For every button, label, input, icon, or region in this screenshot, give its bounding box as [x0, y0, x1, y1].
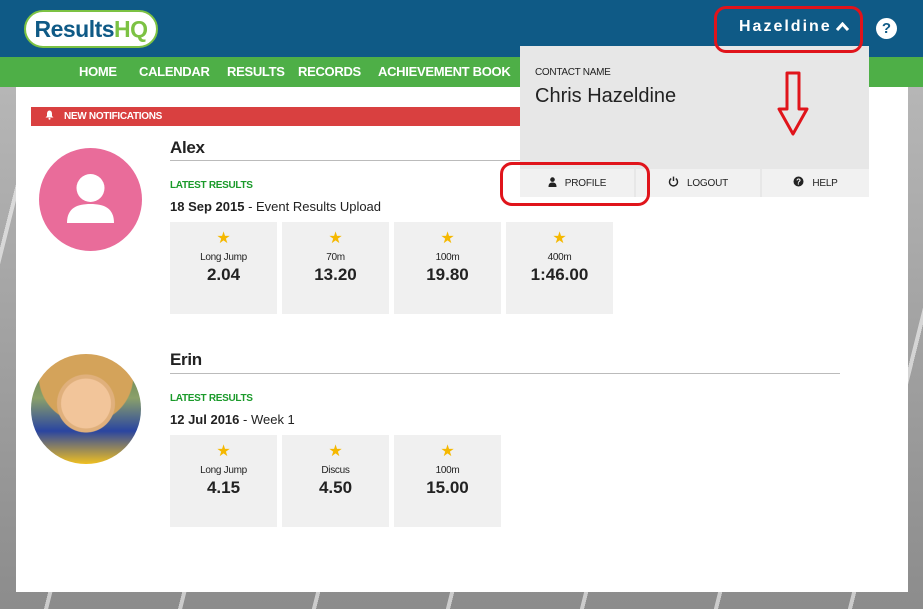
user-menu-toggle[interactable]: Hazeldine — [739, 17, 849, 37]
latest-results-meta: 12 Jul 2016 - Week 1 — [170, 412, 295, 427]
result-value: 4.15 — [206, 478, 241, 497]
nav-achievement-book[interactable]: ACHIEVEMENT BOOK — [378, 64, 511, 79]
result-tile[interactable]: ★ 100m 15.00 — [394, 435, 501, 527]
result-event: 400m — [547, 252, 572, 263]
result-tile[interactable]: ★ 100m 19.80 — [394, 222, 501, 314]
chevron-up-icon — [835, 20, 849, 34]
star-icon: ★ — [440, 230, 455, 247]
result-value: 13.20 — [314, 265, 357, 284]
svg-text:?: ? — [796, 178, 801, 187]
nav-home[interactable]: HOME — [79, 64, 117, 79]
result-value: 19.80 — [426, 265, 469, 284]
latest-results-label: LATEST RESULTS — [170, 180, 253, 191]
star-icon: ★ — [216, 230, 231, 247]
user-icon — [548, 176, 557, 190]
result-event: 100m — [435, 252, 460, 263]
star-icon: ★ — [440, 443, 455, 460]
result-event: Discus — [321, 465, 350, 476]
logo-text-hq: HQ — [114, 15, 148, 42]
result-value: 1:46.00 — [530, 265, 589, 284]
user-silhouette-icon — [67, 174, 114, 223]
power-icon — [668, 176, 679, 190]
logout-button[interactable]: LOGOUT — [636, 169, 760, 197]
result-value: 4.50 — [318, 478, 353, 497]
result-tile[interactable]: ★ Long Jump 4.15 — [170, 435, 277, 527]
child-name[interactable]: Erin — [170, 350, 202, 370]
result-event: Long Jump — [200, 465, 247, 476]
latest-results-meta: 18 Sep 2015 - Event Results Upload — [170, 199, 381, 214]
user-menu-label: Hazeldine — [739, 18, 832, 35]
help-label: HELP — [812, 177, 838, 189]
result-event: Long Jump — [200, 252, 247, 263]
child-name[interactable]: Alex — [170, 138, 205, 158]
result-tile[interactable]: ★ 70m 13.20 — [282, 222, 389, 314]
avatar-photo — [31, 354, 141, 464]
nav-calendar[interactable]: CALENDAR — [139, 64, 210, 79]
result-tile[interactable]: ★ Long Jump 2.04 — [170, 222, 277, 314]
nav-records[interactable]: RECORDS — [298, 64, 361, 79]
nav-results[interactable]: RESULTS — [227, 64, 285, 79]
name-divider — [170, 160, 520, 161]
question-circle-icon: ? — [793, 176, 804, 190]
annotation-arrow-down-icon — [777, 71, 809, 137]
results-event: - Event Results Upload — [244, 199, 382, 214]
notifications-label: NEW NOTIFICATIONS — [64, 111, 163, 122]
star-icon: ★ — [216, 443, 231, 460]
resultshq-logo[interactable]: Results HQ — [24, 10, 158, 48]
contact-name: Chris Hazeldine — [535, 85, 677, 107]
result-value: 2.04 — [206, 265, 241, 284]
help-icon[interactable]: ? — [876, 18, 897, 39]
contact-name-label: CONTACT NAME — [535, 67, 611, 78]
star-icon: ★ — [552, 230, 567, 247]
avatar-default — [39, 148, 142, 251]
latest-results-label: LATEST RESULTS — [170, 393, 253, 404]
notifications-bar[interactable]: NEW NOTIFICATIONS — [31, 107, 572, 126]
results-event: - Week 1 — [239, 412, 295, 427]
result-tile[interactable]: ★ Discus 4.50 — [282, 435, 389, 527]
star-icon: ★ — [328, 230, 343, 247]
name-divider — [170, 373, 840, 374]
logo-text-results: Results — [34, 15, 115, 42]
profile-button[interactable]: PROFILE — [520, 169, 634, 197]
profile-label: PROFILE — [564, 177, 607, 189]
help-button[interactable]: ? HELP — [762, 169, 869, 197]
result-event: 100m — [435, 465, 460, 476]
bell-icon — [45, 110, 54, 123]
result-event: 70m — [326, 252, 345, 263]
results-date: 12 Jul 2016 — [170, 412, 240, 427]
results-date: 18 Sep 2015 — [170, 199, 245, 214]
result-tile[interactable]: ★ 400m 1:46.00 — [506, 222, 613, 314]
result-value: 15.00 — [426, 478, 469, 497]
star-icon: ★ — [328, 443, 343, 460]
logout-label: LOGOUT — [686, 177, 729, 189]
